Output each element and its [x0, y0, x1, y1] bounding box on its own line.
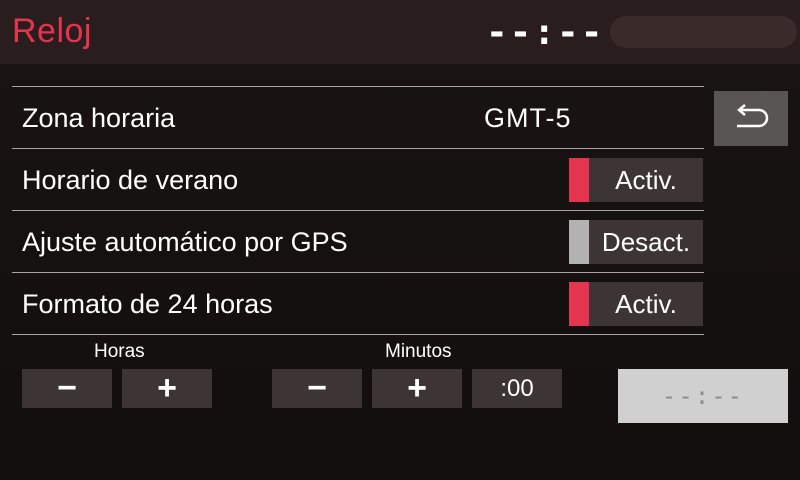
- format-24h-label: Formato de 24 horas: [22, 289, 273, 319]
- toggle-state: Activ.: [615, 289, 677, 319]
- top-bar: Reloj --:--: [0, 0, 800, 64]
- status-pill: [610, 16, 797, 48]
- time-zone-value: GMT-5: [484, 103, 572, 133]
- hours-plus-button[interactable]: +: [122, 369, 212, 408]
- hours-label: Horas: [94, 341, 145, 362]
- time-zone-row[interactable]: Zona horaria GMT-5: [12, 86, 704, 148]
- daylight-saving-row: Horario de verano Activ.: [12, 148, 704, 210]
- minutes-minus-button[interactable]: −: [272, 369, 362, 408]
- time-zone-label: Zona horaria: [22, 103, 176, 133]
- clock-display: --:--: [486, 12, 605, 53]
- minutes-label: Minutos: [385, 341, 452, 362]
- back-arrow-icon: [737, 104, 769, 128]
- set-time-button[interactable]: --:--: [618, 369, 788, 423]
- format-24h-toggle[interactable]: Activ.: [569, 282, 703, 326]
- daylight-saving-toggle[interactable]: Activ.: [569, 158, 703, 202]
- back-button[interactable]: [714, 91, 788, 146]
- format-24h-row: Formato de 24 horas Activ.: [12, 272, 704, 335]
- toggle-indicator: [569, 158, 589, 202]
- gps-auto-row: Ajuste automático por GPS Desact.: [12, 210, 704, 272]
- hours-minus-button[interactable]: −: [22, 369, 112, 408]
- toggle-state: Activ.: [615, 165, 677, 195]
- reset-minutes-button[interactable]: :00: [472, 369, 562, 408]
- daylight-saving-label: Horario de verano: [22, 165, 239, 195]
- toggle-indicator: [569, 282, 589, 326]
- toggle-indicator: [569, 220, 589, 264]
- minutes-plus-button[interactable]: +: [372, 369, 462, 408]
- page-title: Reloj: [12, 12, 92, 50]
- gps-auto-label: Ajuste automático por GPS: [22, 227, 348, 257]
- gps-auto-toggle[interactable]: Desact.: [569, 220, 703, 264]
- toggle-state: Desact.: [601, 227, 691, 257]
